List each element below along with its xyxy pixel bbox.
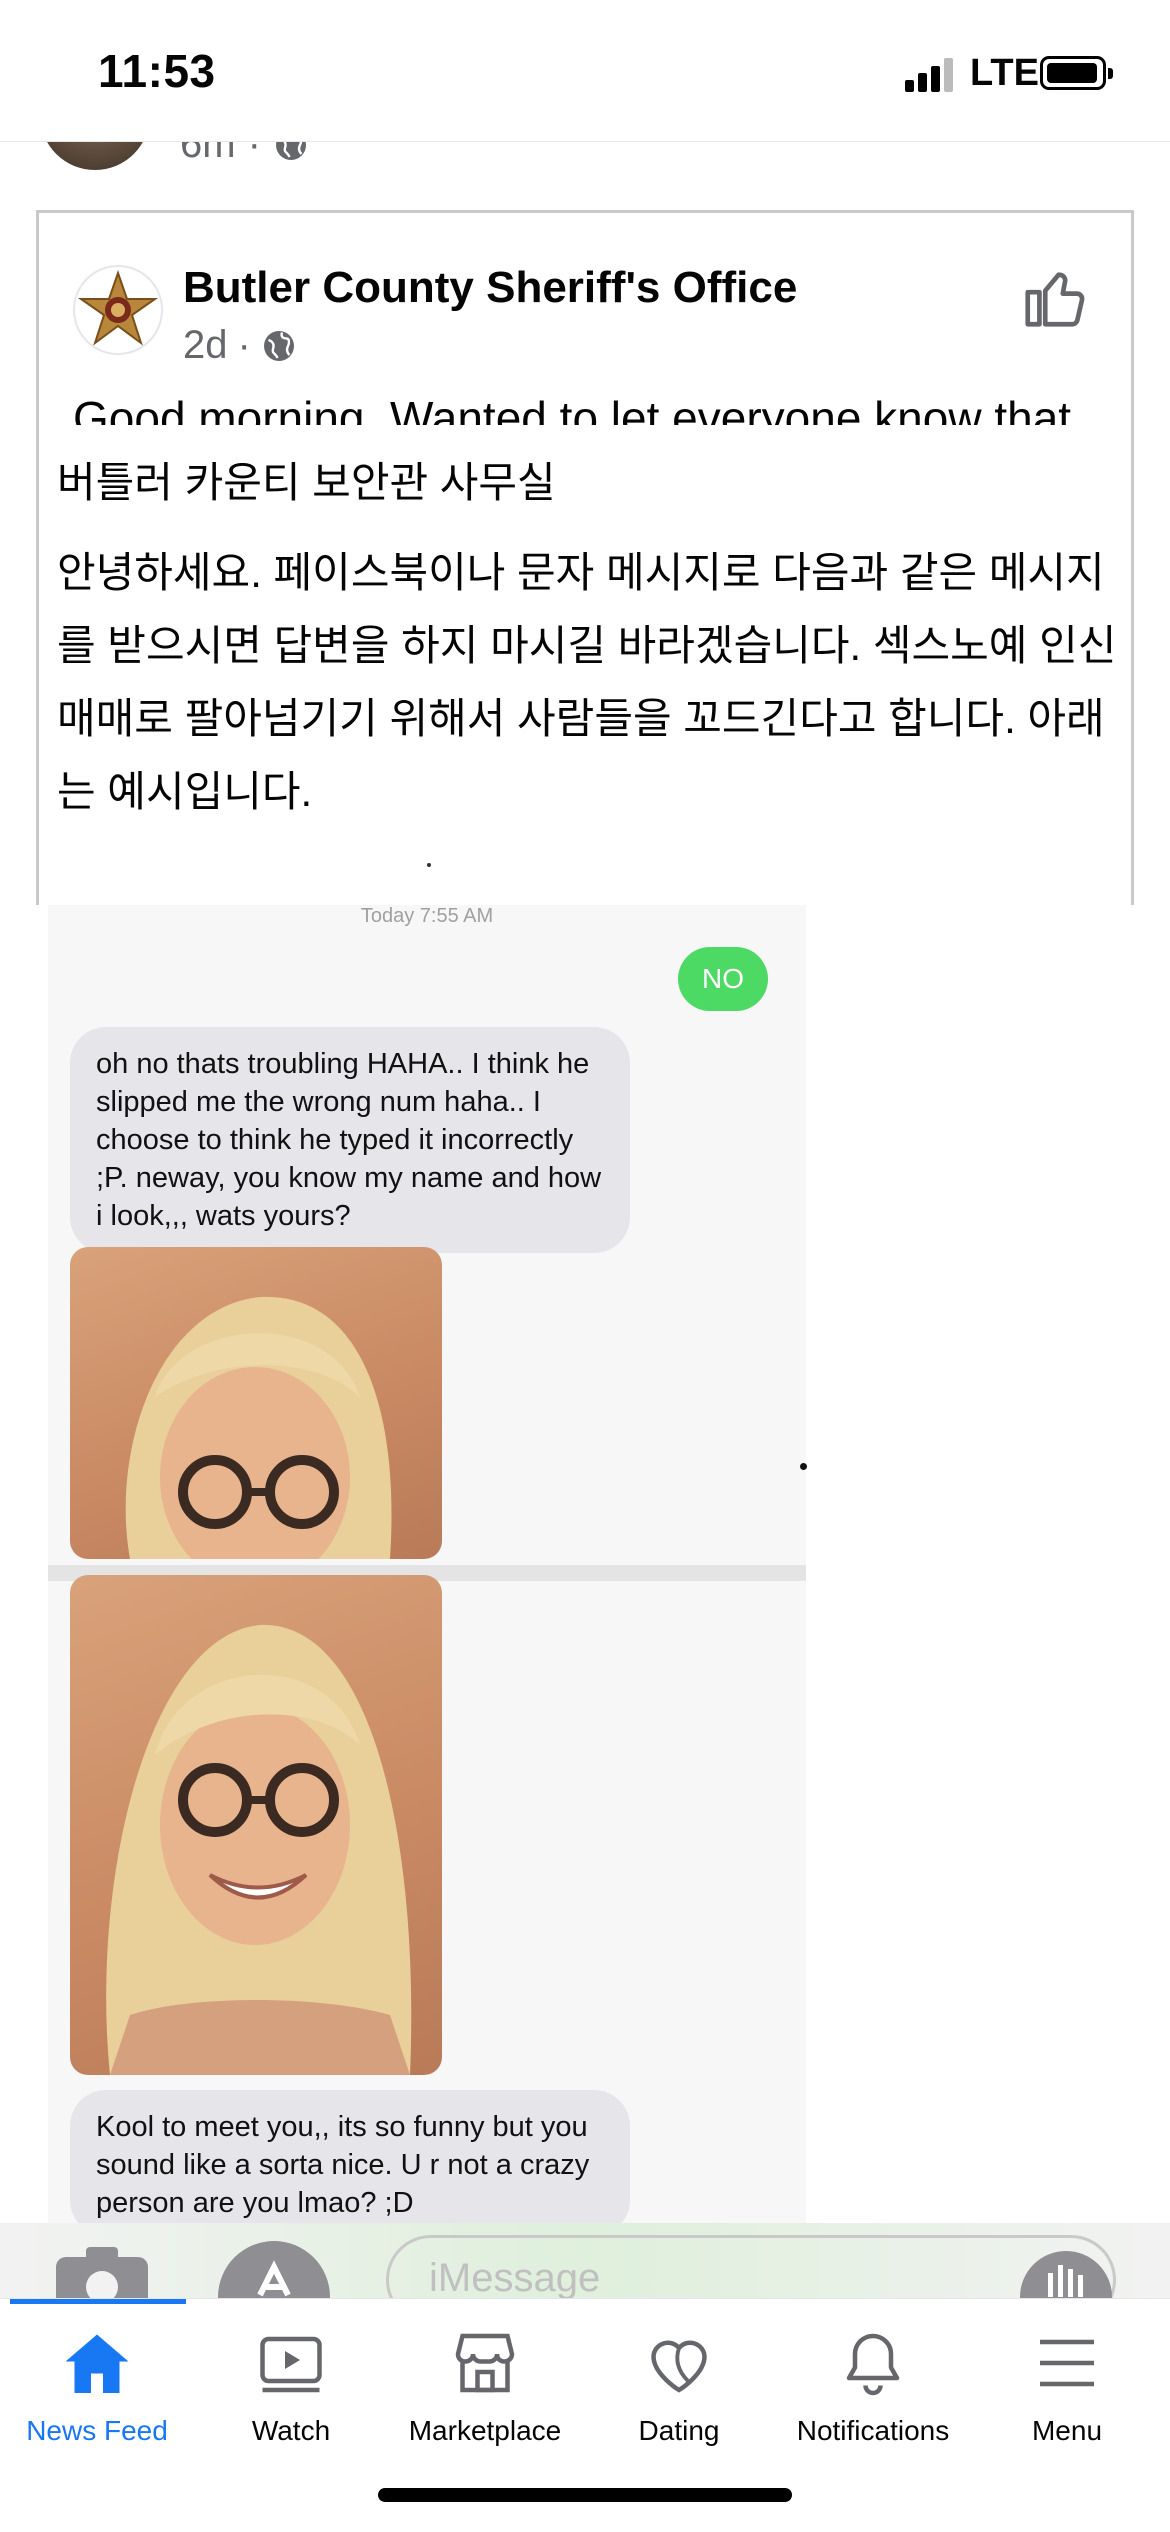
nav-news-feed[interactable]: News Feed bbox=[0, 2327, 194, 2447]
nav-label: News Feed bbox=[26, 2415, 168, 2446]
sheriff-badge-avatar[interactable] bbox=[73, 265, 163, 355]
page-name[interactable]: Butler County Sheriff's Office bbox=[183, 263, 797, 313]
post-meta: 2d · bbox=[183, 323, 297, 368]
nav-label: Watch bbox=[251, 2415, 331, 2446]
nav-label: Menu bbox=[1031, 2415, 1103, 2446]
app-store-icon bbox=[218, 2241, 330, 2303]
bell-icon bbox=[846, 2333, 900, 2396]
nav-marketplace[interactable]: Marketplace bbox=[388, 2327, 582, 2447]
marketplace-icon bbox=[455, 2333, 515, 2393]
menu-icon bbox=[1040, 2339, 1094, 2387]
like-thumb-icon[interactable] bbox=[1019, 263, 1089, 333]
profile-photo bbox=[70, 1247, 442, 1559]
nav-watch[interactable]: Watch bbox=[194, 2327, 388, 2447]
nav-dating[interactable]: Dating bbox=[582, 2327, 776, 2447]
nav-notifications[interactable]: Notifications bbox=[776, 2327, 970, 2447]
translation-body: 안녕하세요. 페이스북이나 문자 메시지로 다음과 같은 메시지를 받으시면 답… bbox=[57, 549, 1117, 815]
nav-label: Marketplace bbox=[408, 2415, 562, 2446]
status-bar: 11:53 LTE bbox=[0, 0, 1170, 142]
audio-icon bbox=[1020, 2251, 1112, 2303]
incoming-message: oh no thats troubling HAHA.. I think he … bbox=[70, 1027, 630, 1253]
stray-dot bbox=[800, 1463, 807, 1470]
watch-icon bbox=[260, 2336, 322, 2393]
incoming-message: Kool to meet you,, its so funny but you … bbox=[70, 2090, 630, 2236]
globe-icon bbox=[263, 330, 294, 361]
shared-post-card[interactable]: Butler County Sheriff's Office 2d · Good… bbox=[36, 210, 1134, 910]
translation-title: 버틀러 카운티 보안관 사무실 bbox=[57, 459, 556, 506]
translation-overlay: 버틀러 카운티 보안관 사무실 안녕하세요. 페이스북이나 문자 메시지로 다음… bbox=[39, 431, 1131, 871]
profile-photo bbox=[70, 1575, 442, 2075]
status-time: 11:53 bbox=[98, 45, 216, 97]
battery-icon bbox=[1040, 56, 1113, 90]
message-screenshot: Today 7:55 AM NO oh no thats troubling H… bbox=[0, 905, 1170, 2325]
nav-menu[interactable]: Menu bbox=[970, 2327, 1164, 2447]
home-icon bbox=[65, 2334, 129, 2393]
active-tab-indicator bbox=[10, 2299, 186, 2304]
message-timestamp: Today 7:55 AM bbox=[360, 905, 494, 927]
dating-icon bbox=[651, 2340, 707, 2393]
nav-label: Dating bbox=[638, 2415, 720, 2446]
network-type: LTE bbox=[970, 52, 1039, 94]
outgoing-message: NO bbox=[678, 947, 768, 1011]
nav-label: Notifications bbox=[796, 2415, 950, 2446]
stray-dot bbox=[427, 863, 431, 867]
camera-icon bbox=[56, 2247, 148, 2303]
imessage-thread: Today 7:55 AM NO oh no thats troubling H… bbox=[48, 905, 806, 2300]
original-post-text: Good morning. Wanted to let everyone kno… bbox=[73, 392, 1072, 425]
home-indicator[interactable] bbox=[378, 2488, 792, 2502]
post-time: 2d bbox=[183, 323, 228, 367]
signal-icon bbox=[905, 58, 957, 92]
